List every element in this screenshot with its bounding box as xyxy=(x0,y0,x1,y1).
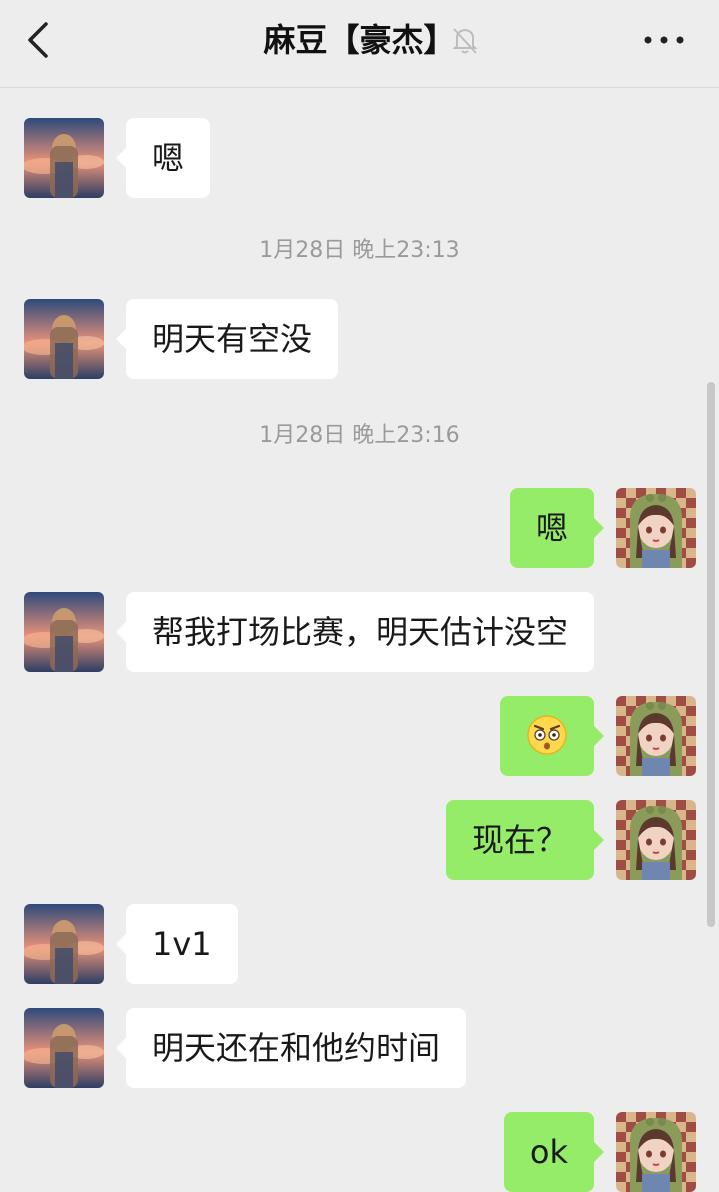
message-bubble[interactable]: 明天还在和他约时间 xyxy=(115,1008,467,1088)
outgoing-message: 现在？ xyxy=(0,800,719,880)
message-list[interactable]: 嗯 1月28日 晚上23:13 明天有空没 1月28日 晚上23:16 嗯 帮我打场… xyxy=(0,88,719,1192)
chat-title-wrap: 麻豆【豪杰】 xyxy=(0,20,719,60)
message-text: 明天有空没 xyxy=(152,320,313,358)
my-avatar[interactable] xyxy=(616,1112,696,1192)
flushed-face-emoji xyxy=(526,715,568,755)
message-bubble[interactable] xyxy=(500,696,604,776)
incoming-message: 帮我打场比赛，明天估计没空 xyxy=(0,592,719,672)
message-bubble[interactable]: 嗯 xyxy=(115,118,211,198)
contact-avatar[interactable] xyxy=(24,904,104,984)
outgoing-message: 嗯 xyxy=(0,488,719,568)
timestamp: 1月28日 晚上23:16 xyxy=(259,423,460,448)
incoming-message: 明天还在和他约时间 xyxy=(0,1008,719,1088)
scrollbar[interactable] xyxy=(707,382,715,927)
contact-avatar[interactable] xyxy=(24,592,104,672)
incoming-message: 1v1 xyxy=(0,904,719,984)
message-bubble[interactable]: 现在？ xyxy=(445,800,605,880)
incoming-message: 明天有空没 xyxy=(0,299,719,379)
message-bubble[interactable]: 嗯 xyxy=(509,488,605,568)
outgoing-message xyxy=(0,696,719,776)
message-text: 帮我打场比赛，明天估计没空 xyxy=(152,613,569,651)
message-bubble[interactable]: 帮我打场比赛，明天估计没空 xyxy=(115,592,595,672)
message-text: 嗯 xyxy=(535,509,568,547)
message-text: 现在？ xyxy=(471,821,568,859)
message-text: 1v1 xyxy=(152,925,212,963)
more-button[interactable] xyxy=(640,24,688,56)
outgoing-message: ok xyxy=(0,1112,719,1192)
message-bubble[interactable]: 明天有空没 xyxy=(115,299,339,379)
my-avatar[interactable] xyxy=(616,488,696,568)
chat-header: 麻豆【豪杰】 xyxy=(0,0,719,88)
bell-off-icon xyxy=(449,24,481,56)
incoming-message: 嗯 xyxy=(0,118,719,198)
message-bubble[interactable]: 1v1 xyxy=(116,904,238,984)
my-avatar[interactable] xyxy=(616,696,696,776)
timestamp: 1月28日 晚上23:13 xyxy=(259,238,460,263)
chat-title: 麻豆【豪杰】 xyxy=(263,21,456,59)
contact-avatar[interactable] xyxy=(24,118,104,198)
message-text: 嗯 xyxy=(152,139,185,177)
more-dots-icon xyxy=(644,36,684,44)
message-bubble[interactable]: ok xyxy=(503,1112,605,1192)
contact-avatar[interactable] xyxy=(24,299,104,379)
contact-avatar[interactable] xyxy=(24,1008,104,1088)
message-text: 明天还在和他约时间 xyxy=(152,1029,441,1067)
message-text: ok xyxy=(529,1133,568,1171)
my-avatar[interactable] xyxy=(616,800,696,880)
